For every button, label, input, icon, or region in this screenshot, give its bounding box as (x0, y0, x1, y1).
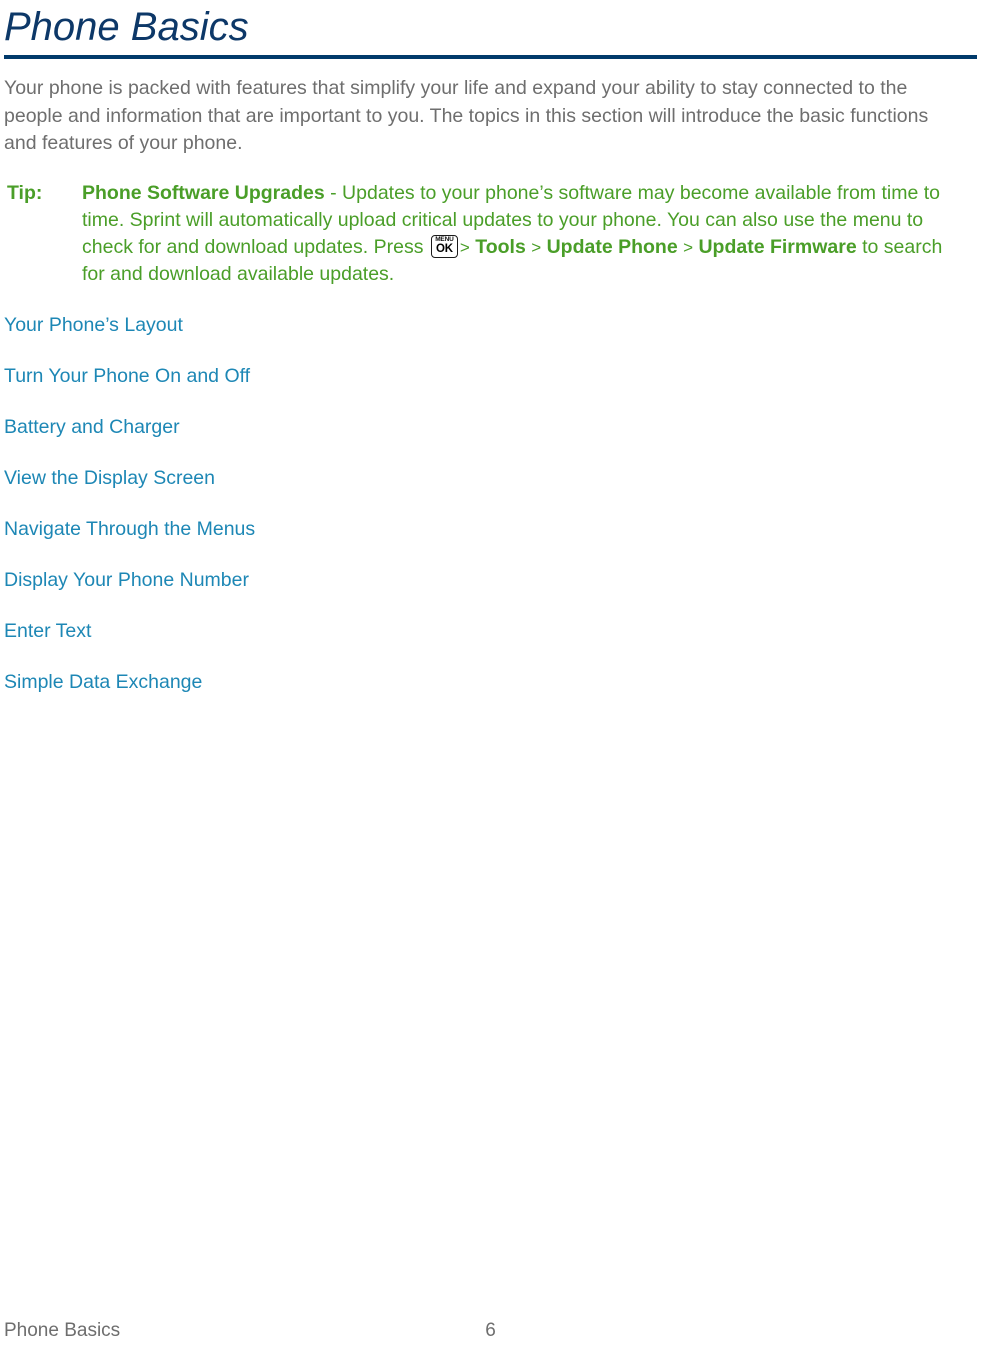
page-footer: Phone Basics 6 (0, 1318, 981, 1344)
link-display-your-phone-number[interactable]: Display Your Phone Number (4, 567, 975, 594)
tip-body: Phone Software Upgrades - Updates to you… (82, 180, 969, 288)
link-turn-your-phone-on-and-off[interactable]: Turn Your Phone On and Off (4, 363, 975, 390)
link-your-phones-layout[interactable]: Your Phone’s Layout (4, 312, 975, 339)
document-page: Phone Basics Your phone is packed with f… (0, 0, 981, 1356)
intro-paragraph: Your phone is packed with features that … (4, 77, 929, 154)
menu-separator-2: > (531, 237, 542, 257)
menu-ok-key-bottom-label: OK (435, 242, 453, 255)
link-simple-data-exchange[interactable]: Simple Data Exchange (4, 669, 975, 696)
link-view-the-display-screen[interactable]: View the Display Screen (4, 465, 975, 492)
menu-ok-key-icon: MENU OK (430, 234, 458, 258)
link-battery-and-charger[interactable]: Battery and Charger (4, 414, 975, 441)
menu-path-item-tools: Tools (475, 235, 526, 258)
menu-path-item-update-firmware: Update Firmware (698, 235, 857, 258)
tip-label: Tip: (7, 181, 43, 204)
menu-path-item-update-phone: Update Phone (546, 235, 678, 258)
menu-separator-1: > (459, 237, 470, 257)
page-title: Phone Basics (4, 5, 249, 49)
section-link-list: Your Phone’s Layout Turn Your Phone On a… (4, 312, 975, 696)
title-divider (4, 55, 977, 59)
tip-callout: Tip: Phone Software Upgrades - Updates t… (4, 180, 969, 288)
menu-separator-3: > (683, 237, 694, 257)
link-navigate-through-the-menus[interactable]: Navigate Through the Menus (4, 516, 975, 543)
footer-page-number: 6 (485, 1320, 496, 1341)
tip-heading: Phone Software Upgrades (82, 181, 325, 204)
link-enter-text[interactable]: Enter Text (4, 618, 975, 645)
